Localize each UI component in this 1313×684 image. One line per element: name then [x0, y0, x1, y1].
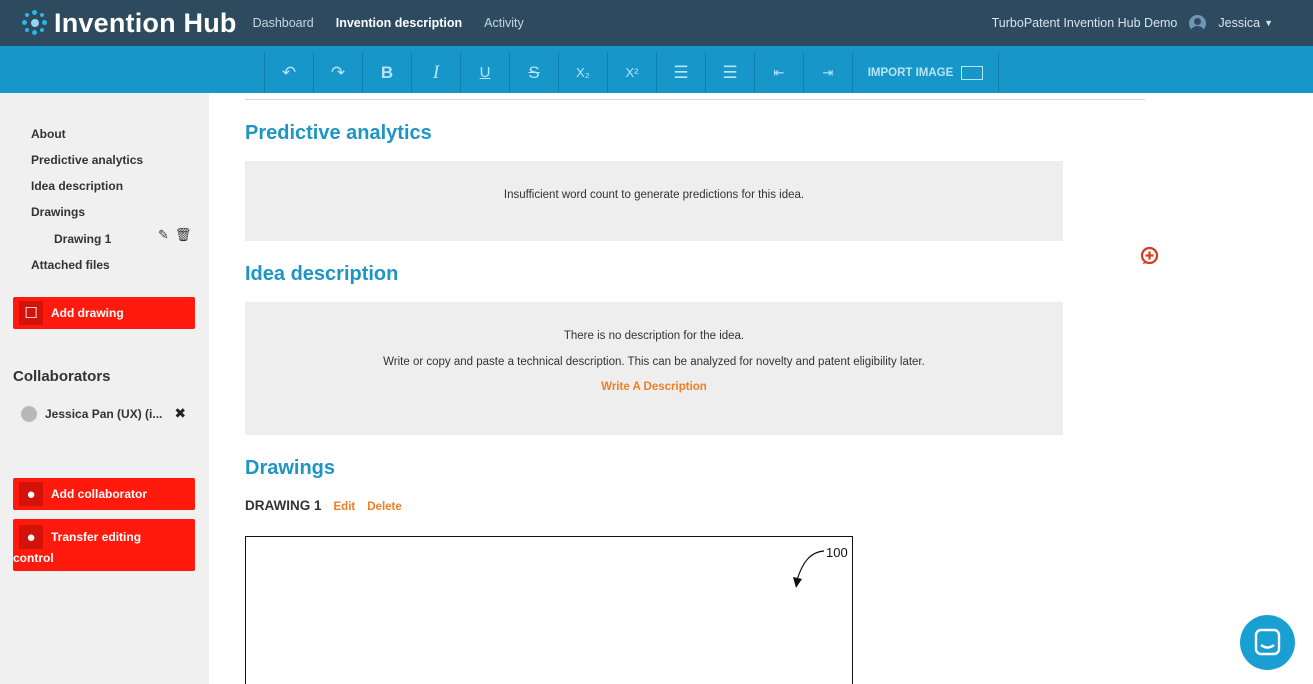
- write-description-link[interactable]: Write A Description: [245, 381, 1063, 393]
- idea-description-panel: There is no description for the idea. Wr…: [245, 302, 1063, 435]
- main-nav: Dashboard Invention description Activity: [253, 16, 546, 30]
- sidebar-item-idea-description[interactable]: Idea description: [31, 179, 123, 193]
- idea-description-heading: Idea description: [245, 263, 399, 285]
- add-user-icon: ●: [19, 482, 43, 506]
- sidebar-item-predictive-analytics[interactable]: Predictive analytics: [31, 153, 143, 167]
- subscript-button[interactable]: X₂: [558, 52, 607, 93]
- drawing-item-tools: ✎ 🗑: [158, 227, 191, 243]
- sidebar-item-about[interactable]: About: [31, 127, 66, 141]
- account-area: TurboPatent Invention Hub Demo Jessica ▼: [992, 0, 1273, 46]
- indent-button[interactable]: ⇥: [803, 52, 852, 93]
- chat-icon: [1254, 628, 1281, 656]
- user-menu[interactable]: Jessica: [1218, 16, 1260, 30]
- user-avatar-icon[interactable]: [1189, 14, 1207, 32]
- transfer-label-line1: Transfer editing: [51, 530, 142, 544]
- redo-button[interactable]: ↷: [313, 52, 362, 93]
- predictive-analytics-heading: Predictive analytics: [245, 122, 432, 144]
- editor-toolbar: ↶ ↷ B I U S X₂ X² ☰ ☰ ⇤ ⇥ IMPORT IMAGE: [0, 46, 1313, 93]
- superscript-button[interactable]: X²: [607, 52, 656, 93]
- trash-icon[interactable]: 🗑: [175, 227, 192, 243]
- outdent-button[interactable]: ⇤: [754, 52, 803, 93]
- add-collaborator-button[interactable]: ● Add collaborator: [13, 478, 195, 510]
- logo-icon: [22, 10, 48, 36]
- transfer-label-line2: control: [13, 551, 54, 565]
- italic-button[interactable]: I: [411, 52, 460, 93]
- add-comment-icon[interactable]: [1140, 246, 1159, 265]
- bold-button[interactable]: B: [362, 52, 411, 93]
- bullet-list-button[interactable]: ☰: [656, 52, 705, 93]
- idea-hint-message: Write or copy and paste a technical desc…: [383, 356, 925, 368]
- content-divider: [245, 99, 1145, 100]
- idea-empty-message: There is no description for the idea.: [563, 330, 745, 342]
- sidebar-item-drawings[interactable]: Drawings: [31, 205, 85, 219]
- org-name[interactable]: TurboPatent Invention Hub Demo: [992, 16, 1178, 30]
- collaborators-heading: Collaborators: [13, 368, 111, 385]
- numbered-list-button[interactable]: ☰: [705, 52, 754, 93]
- import-image-label: IMPORT IMAGE: [867, 66, 954, 79]
- collaborator-row: Jessica Pan (UX) (i... ✖: [21, 405, 186, 422]
- sidebar: About Predictive analytics Idea descript…: [0, 93, 209, 684]
- drawings-heading: Drawings: [245, 457, 336, 479]
- drawing-delete-link[interactable]: Delete: [367, 501, 402, 513]
- add-drawing-label: Add drawing: [51, 306, 124, 320]
- sidebar-item-attached-files[interactable]: Attached files: [31, 258, 110, 272]
- reference-numeral: 100: [826, 545, 848, 560]
- remove-collaborator-icon[interactable]: ✖: [174, 405, 186, 422]
- predictive-message: Insufficient word count to generate pred…: [503, 189, 805, 201]
- app-logo[interactable]: Invention Hub: [22, 8, 237, 39]
- add-collaborator-label: Add collaborator: [51, 487, 148, 501]
- drawing-1-label: DRAWING 1: [245, 498, 322, 513]
- drawing-canvas[interactable]: 100: [245, 536, 853, 684]
- drawing-edit-link[interactable]: Edit: [334, 501, 356, 513]
- image-icon: [961, 65, 984, 80]
- predictive-analytics-panel: Insufficient word count to generate pred…: [245, 161, 1063, 241]
- collaborator-name: Jessica Pan (UX) (i...: [45, 406, 163, 421]
- drawing-sketch: [793, 550, 825, 588]
- nav-activity[interactable]: Activity: [484, 16, 524, 30]
- nav-invention-description[interactable]: Invention description: [336, 16, 462, 30]
- underline-button[interactable]: U: [460, 52, 509, 93]
- import-image-button[interactable]: IMPORT IMAGE: [852, 52, 999, 93]
- drawing-1-header: DRAWING 1 Edit Delete: [245, 498, 402, 513]
- sidebar-item-drawing-1[interactable]: Drawing 1: [54, 232, 111, 246]
- pencil-icon[interactable]: ✎: [158, 227, 169, 243]
- nav-dashboard[interactable]: Dashboard: [253, 16, 314, 30]
- strikethrough-button[interactable]: S: [509, 52, 558, 93]
- top-navbar: Invention Hub Dashboard Invention descri…: [0, 0, 1313, 46]
- collaborator-avatar-icon: [21, 405, 37, 422]
- undo-button[interactable]: ↶: [264, 52, 313, 93]
- transfer-user-icon: ●: [19, 525, 43, 549]
- chat-widget-button[interactable]: [1240, 615, 1295, 670]
- app-name: Invention Hub: [54, 7, 237, 38]
- add-drawing-button[interactable]: ☐ Add drawing: [13, 297, 195, 329]
- add-drawing-icon: ☐: [19, 301, 43, 325]
- caret-down-icon[interactable]: ▼: [1264, 18, 1273, 28]
- transfer-editing-button[interactable]: ● Transfer editing control: [13, 519, 195, 571]
